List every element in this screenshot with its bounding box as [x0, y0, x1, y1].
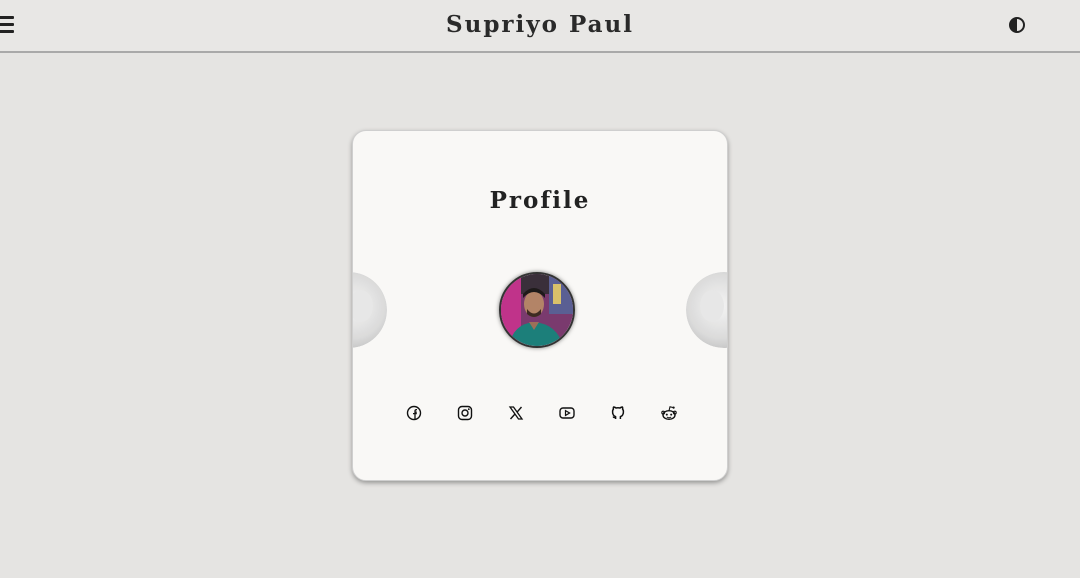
instagram-link[interactable] — [455, 403, 475, 423]
profile-card: Profile — [352, 130, 728, 481]
facebook-icon — [406, 405, 422, 421]
profile-photo — [501, 274, 573, 346]
card-title: Profile — [489, 187, 591, 214]
x-icon — [508, 406, 524, 420]
next-avatar[interactable] — [686, 272, 727, 348]
social-links — [353, 403, 727, 425]
instagram-icon — [457, 405, 473, 421]
youtube-icon — [559, 407, 575, 419]
contrast-icon — [1009, 17, 1025, 33]
facebook-link[interactable] — [404, 403, 424, 423]
profile-avatar[interactable] — [499, 272, 575, 348]
github-icon — [611, 406, 625, 419]
reddit-icon — [661, 406, 677, 421]
previous-avatar[interactable] — [353, 272, 387, 348]
theme-toggle-button[interactable] — [1008, 16, 1026, 34]
top-header: Supriyo Paul — [0, 0, 1080, 53]
x-link[interactable] — [506, 403, 526, 423]
github-link[interactable] — [608, 403, 628, 423]
reddit-link[interactable] — [659, 403, 679, 423]
site-title: Supriyo Paul — [445, 11, 635, 38]
youtube-link[interactable] — [557, 403, 577, 423]
